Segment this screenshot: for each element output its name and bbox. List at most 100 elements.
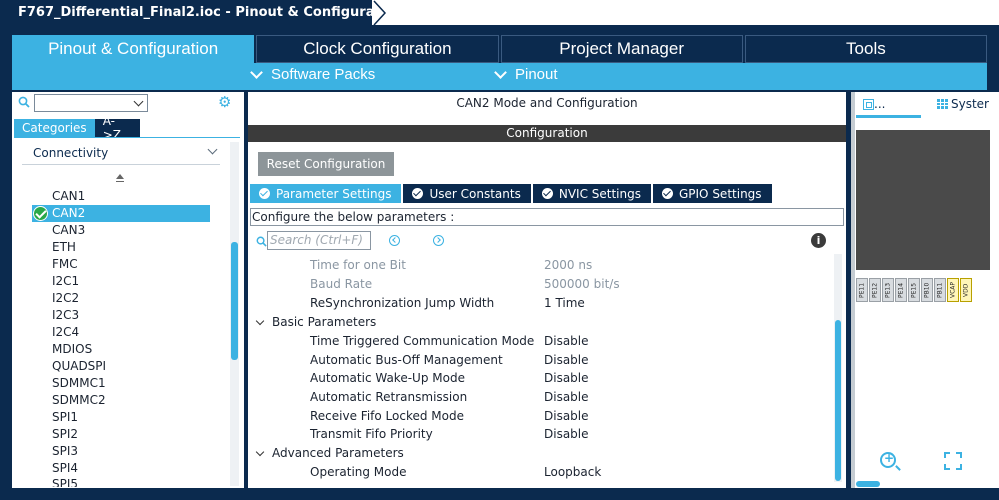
category-panel: ⚙ Categories A->Z Connectivity CAN1 CAN2… — [12, 92, 244, 488]
tab-pinout-view[interactable]: ... — [856, 94, 921, 118]
pin[interactable]: PE13 — [882, 278, 894, 302]
peripheral-item[interactable]: SPI4 — [52, 460, 78, 477]
info-icon[interactable]: i — [811, 233, 826, 248]
parameter-row[interactable]: Receive Fifo Locked Mode Disable — [248, 407, 828, 425]
pin[interactable]: PE11 — [856, 278, 868, 302]
parameter-row[interactable]: ReSynchronization Jump Width 1 Time — [248, 294, 828, 312]
chevron-down-icon — [255, 447, 265, 456]
sort-icon[interactable] — [116, 174, 124, 179]
parameter-row[interactable]: Automatic Retransmission Disable — [248, 388, 828, 406]
tab-gpio-settings[interactable]: GPIO Settings — [652, 184, 772, 203]
tab-system-view[interactable]: Syster — [937, 97, 989, 111]
peripheral-item[interactable]: CAN3 — [52, 222, 85, 239]
parameter-value: Disable — [544, 409, 589, 423]
configure-hint: Configure the below parameters : — [250, 208, 844, 226]
tab-clock-configuration[interactable]: Clock Configuration — [256, 35, 499, 63]
scrollbar-thumb[interactable] — [835, 320, 841, 481]
pin[interactable]: PE14 — [895, 278, 907, 302]
peripheral-item[interactable]: FMC — [52, 256, 78, 273]
pin[interactable]: PE15 — [908, 278, 920, 302]
parameter-name: Transmit Fifo Priority — [310, 427, 433, 441]
tab-nvic-settings[interactable]: NVIC Settings — [532, 184, 651, 203]
tab-label: NVIC Settings — [558, 186, 641, 201]
parameter-row[interactable]: Time for one Bit 2000 ns — [248, 256, 828, 274]
peripheral-item[interactable]: I2C3 — [52, 307, 79, 324]
parameter-row[interactable]: Automatic Wake-Up Mode Disable — [248, 369, 828, 387]
tab-parameter-settings[interactable]: Parameter Settings — [250, 184, 402, 203]
parameter-name: Time Triggered Communication Mode — [310, 334, 535, 348]
sub-menu-bar: Software Packs Pinout — [12, 63, 987, 90]
parameter-row[interactable]: Automatic Bus-Off Management Disable — [248, 351, 828, 369]
category-connectivity[interactable]: Connectivity — [22, 142, 220, 165]
zoom-in-icon[interactable] — [880, 451, 896, 468]
peripheral-item[interactable]: QUADSPI — [52, 358, 106, 375]
pin[interactable]: PB10 — [921, 278, 933, 302]
parameter-row[interactable]: Operating Mode Loopback — [248, 463, 828, 481]
group-advanced-parameters[interactable]: Advanced Parameters — [255, 444, 404, 462]
tab-label: GPIO Settings — [678, 186, 762, 201]
peripheral-item[interactable]: I2C2 — [52, 290, 79, 307]
peripheral-item-selected[interactable]: CAN2 — [52, 205, 85, 222]
tab-label: Parameter Settings — [276, 186, 392, 201]
previous-match-icon[interactable] — [389, 235, 400, 246]
peripheral-item[interactable]: CAN1 — [52, 188, 85, 205]
peripheral-item[interactable]: SDMMC2 — [52, 392, 106, 409]
parameter-value: 1 Time — [544, 296, 585, 310]
peripheral-item[interactable]: SDMMC1 — [52, 375, 106, 392]
peripheral-item[interactable]: MDIOS — [52, 341, 92, 358]
parameter-row[interactable]: Transmit Fifo Priority Disable — [248, 425, 828, 443]
pin[interactable]: VDD — [960, 278, 972, 302]
search-combo[interactable] — [34, 94, 148, 112]
parameter-name: Operating Mode — [310, 465, 407, 479]
parameter-row[interactable]: Time Triggered Communication Mode Disabl… — [248, 332, 828, 350]
peripheral-item[interactable]: SPI3 — [52, 443, 78, 460]
parameter-name: ReSynchronization Jump Width — [310, 296, 495, 310]
panel-splitter[interactable] — [851, 92, 855, 488]
fit-to-screen-icon[interactable] — [944, 452, 962, 470]
mode-configuration-panel: CAN2 Mode and Configuration Configuratio… — [248, 92, 846, 488]
next-match-icon[interactable] — [433, 235, 444, 246]
parameter-search-input[interactable]: Search (Ctrl+F) — [267, 231, 371, 250]
software-packs-label: Software Packs — [271, 66, 376, 83]
peripheral-item[interactable]: ETH — [52, 239, 76, 256]
parameter-value: Disable — [544, 427, 589, 441]
parameter-value: Disable — [544, 353, 589, 367]
chevron-down-icon — [255, 316, 265, 325]
pinout-menu[interactable]: Pinout — [494, 66, 558, 83]
check-icon — [259, 188, 270, 199]
peripheral-item[interactable]: SPI5 — [52, 477, 78, 487]
chip-body[interactable] — [856, 130, 990, 270]
pin[interactable]: PE12 — [869, 278, 881, 302]
tab-pinout-configuration[interactable]: Pinout & Configuration — [12, 35, 255, 63]
chip-icon — [863, 99, 874, 110]
window-title: F767_Differential_Final2.ioc - Pinout & … — [0, 0, 403, 25]
pinout-view-panel: ... Syster PE11 PE12 PE13 PE14 PE15 PB10… — [851, 92, 999, 488]
peripheral-item[interactable]: I2C1 — [52, 273, 79, 290]
mode-title: CAN2 Mode and Configuration — [456, 96, 638, 110]
title-bar: F767_Differential_Final2.ioc - Pinout & … — [0, 0, 999, 26]
peripheral-item[interactable]: SPI1 — [52, 409, 78, 426]
parameter-row[interactable]: Baud Rate 500000 bit/s — [248, 275, 828, 293]
parameter-name: Automatic Retransmission — [310, 390, 468, 404]
software-packs-menu[interactable]: Software Packs — [250, 66, 375, 83]
group-basic-parameters[interactable]: Basic Parameters — [255, 313, 376, 331]
reset-configuration-button[interactable]: Reset Configuration — [258, 152, 394, 176]
tab-a-to-z[interactable]: A->Z — [94, 114, 140, 142]
tab-tools[interactable]: Tools — [744, 35, 987, 63]
tab-project-manager[interactable]: Project Manager — [500, 35, 743, 63]
tab-user-constants[interactable]: User Constants — [403, 184, 531, 203]
chevron-down-icon — [207, 144, 218, 155]
tab-categories[interactable]: Categories — [14, 119, 95, 137]
group-label: Advanced Parameters — [272, 446, 404, 460]
peripheral-item[interactable]: I2C4 — [52, 324, 79, 341]
breadcrumb-chevron-icon — [373, 0, 387, 26]
parameter-name: Time for one Bit — [310, 258, 406, 272]
pin[interactable]: PB11 — [934, 278, 946, 302]
category-tabs: Categories A->Z — [14, 114, 140, 142]
scrollbar-thumb[interactable] — [856, 481, 880, 487]
pin[interactable]: VCAP — [947, 278, 959, 302]
parameter-name: Automatic Bus-Off Management — [310, 353, 503, 367]
scrollbar-thumb[interactable] — [231, 242, 238, 360]
gear-icon[interactable]: ⚙ — [218, 95, 231, 110]
peripheral-item[interactable]: SPI2 — [52, 426, 78, 443]
